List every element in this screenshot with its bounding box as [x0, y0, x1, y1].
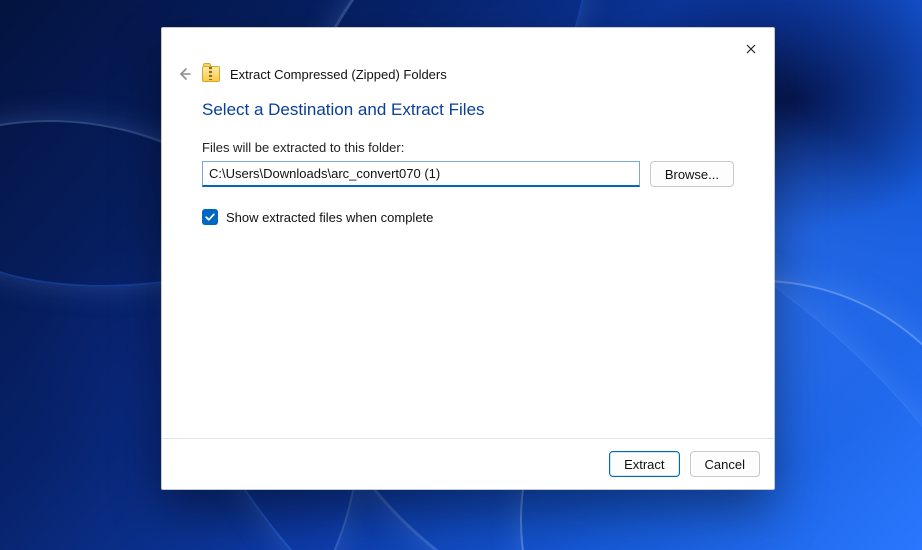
cancel-button[interactable]: Cancel [690, 451, 760, 477]
back-button[interactable] [176, 66, 192, 82]
dialog-titlebar [162, 28, 774, 66]
destination-row: Browse... [202, 161, 734, 187]
show-files-checkbox-row: Show extracted files when complete [202, 209, 734, 225]
extract-zip-dialog: Extract Compressed (Zipped) Folders Sele… [161, 27, 775, 490]
dialog-content: Select a Destination and Extract Files F… [162, 94, 774, 438]
back-arrow-icon [176, 66, 192, 82]
destination-field-label: Files will be extracted to this folder: [202, 140, 734, 155]
close-icon [746, 44, 756, 54]
dialog-footer: Extract Cancel [162, 438, 774, 489]
checkmark-icon [204, 211, 216, 223]
dialog-header: Extract Compressed (Zipped) Folders [162, 66, 774, 94]
show-files-checkbox[interactable] [202, 209, 218, 225]
wizard-title: Extract Compressed (Zipped) Folders [230, 67, 447, 82]
show-files-checkbox-label: Show extracted files when complete [226, 210, 433, 225]
desktop-background: Extract Compressed (Zipped) Folders Sele… [0, 0, 922, 550]
instruction-heading: Select a Destination and Extract Files [202, 100, 734, 120]
zip-folder-icon [202, 66, 220, 82]
destination-path-input[interactable] [202, 161, 640, 187]
browse-button[interactable]: Browse... [650, 161, 734, 187]
close-button[interactable] [738, 36, 764, 62]
extract-button[interactable]: Extract [609, 451, 679, 477]
